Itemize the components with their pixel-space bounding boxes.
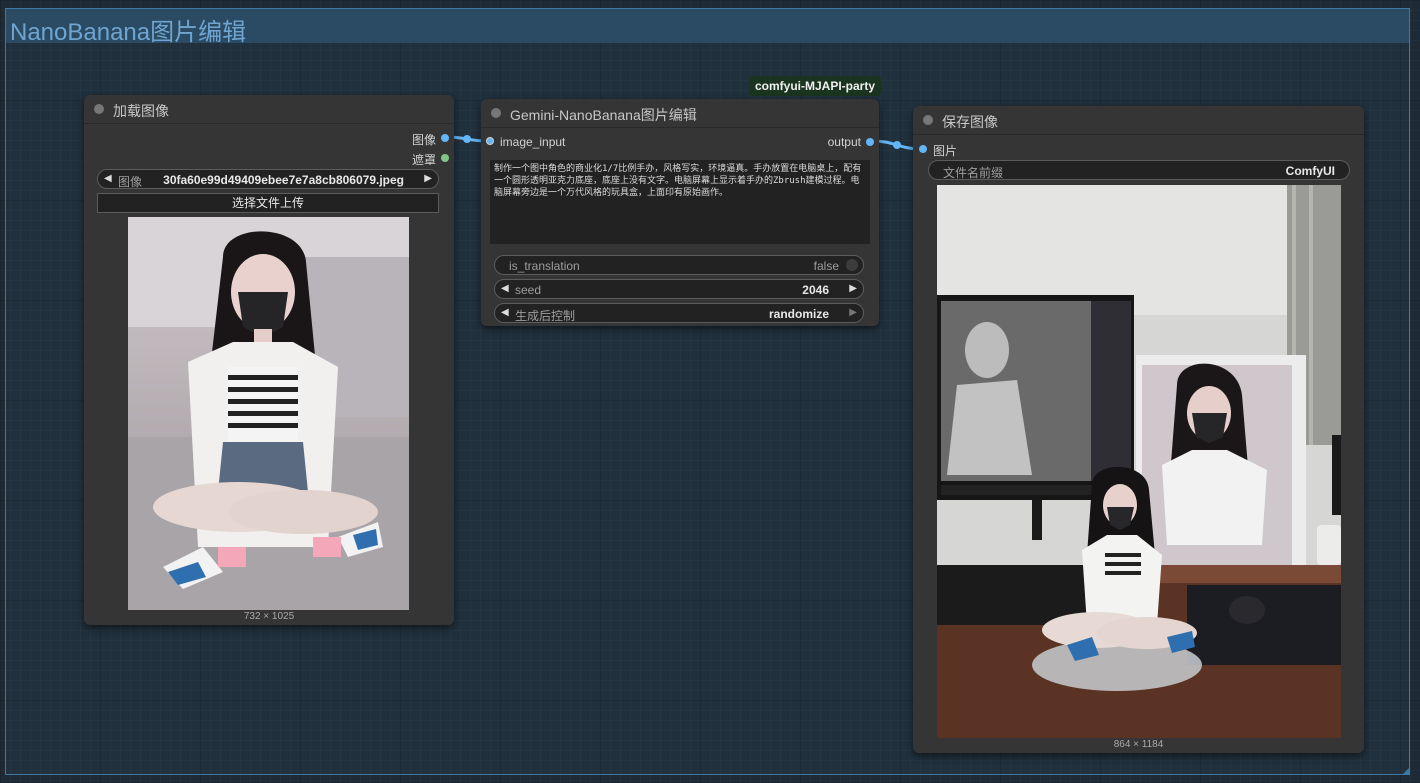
gemini-edit-node[interactable]: Gemini-NanoBanana图片编辑 image_input output… <box>481 99 879 326</box>
arrow-left-icon[interactable]: ◀ <box>104 173 112 184</box>
image-size-caption: 864 × 1184 <box>1113 739 1164 750</box>
prompt-textarea[interactable]: 制作一个图中角色的商业化1/7比例手办，风格写实，环境逼真。手办放置在电脑桌上，… <box>490 160 870 244</box>
input-label: image_input <box>500 135 566 149</box>
arrow-right-icon[interactable]: ▶ <box>424 173 432 184</box>
group-title: NanoBanana图片编辑 <box>10 19 247 46</box>
node-header[interactable]: 保存图像 <box>913 106 1364 135</box>
output-label-mask: 遮罩 <box>411 153 436 167</box>
image-combo-widget[interactable]: ◀ 图像 30fa60e99d49409ebee7e7a8cb806079.jp… <box>97 169 439 189</box>
arrow-left-icon[interactable]: ◀ <box>501 307 509 318</box>
save-image-node[interactable]: 保存图像 图片 文件名前缀 ComfyUI 864 × 1184 <box>913 106 1364 753</box>
image-size-caption: 732 × 1025 <box>243 611 295 622</box>
upload-file-button[interactable]: 选择文件上传 <box>97 193 439 213</box>
widget-value: randomize <box>768 307 829 321</box>
group-header[interactable]: NanoBanana图片编辑 <box>6 9 1409 46</box>
widget-label: is_translation <box>509 259 580 273</box>
resize-grip-icon[interactable] <box>1402 767 1410 775</box>
node-header[interactable]: 加载图像 <box>84 95 454 124</box>
collapse-dot-icon[interactable] <box>491 108 501 118</box>
arrow-right-icon[interactable]: ▶ <box>849 307 857 318</box>
output-slot-image[interactable] <box>441 134 449 142</box>
widget-label: seed <box>515 283 542 297</box>
toggle-icon[interactable] <box>846 259 858 271</box>
widget-value: ComfyUI <box>1285 164 1335 178</box>
input-slot-image[interactable] <box>919 145 927 153</box>
control-after-generate-widget[interactable]: ◀ 生成后控制 randomize ▶ <box>494 303 864 323</box>
node-title: Gemini-NanoBanana图片编辑 <box>510 107 697 123</box>
output-slot[interactable] <box>866 138 874 146</box>
widget-value: false <box>813 259 839 273</box>
output-label: output <box>827 135 861 149</box>
output-slot-mask[interactable] <box>441 154 449 162</box>
widget-label: 图像 <box>118 175 143 189</box>
photo-thumbnail-icon <box>128 217 409 610</box>
widget-label: 文件名前缀 <box>943 166 1004 180</box>
output-image-preview <box>937 185 1341 738</box>
input-label: 图片 <box>933 144 958 158</box>
input-slot-image[interactable] <box>486 137 494 145</box>
collapse-dot-icon[interactable] <box>94 104 104 114</box>
is-translation-toggle[interactable]: is_translation false <box>494 255 864 275</box>
node-title: 保存图像 <box>942 114 998 130</box>
node-header[interactable]: Gemini-NanoBanana图片编辑 <box>481 99 879 128</box>
collapse-dot-icon[interactable] <box>923 115 933 125</box>
node-source-badge: comfyui-MJAPI-party <box>749 76 882 96</box>
arrow-left-icon[interactable]: ◀ <box>501 283 509 294</box>
seed-widget[interactable]: ◀ seed 2046 ▶ <box>494 279 864 299</box>
widget-label: 生成后控制 <box>515 309 576 323</box>
arrow-right-icon[interactable]: ▶ <box>849 283 857 294</box>
input-image-preview <box>128 217 409 610</box>
widget-value: 30fa60e99d49409ebee7e7a8cb806079.jpeg <box>163 173 404 187</box>
output-label-image: 图像 <box>411 133 436 147</box>
filename-prefix-widget[interactable]: 文件名前缀 ComfyUI <box>928 160 1350 180</box>
photo-thumbnail-icon <box>937 185 1341 738</box>
load-image-node[interactable]: 加载图像 图像 遮罩 ◀ 图像 30fa60e99d49409ebee7e7a8… <box>84 95 454 625</box>
widget-value: 2046 <box>802 283 829 297</box>
node-title: 加载图像 <box>113 103 169 119</box>
